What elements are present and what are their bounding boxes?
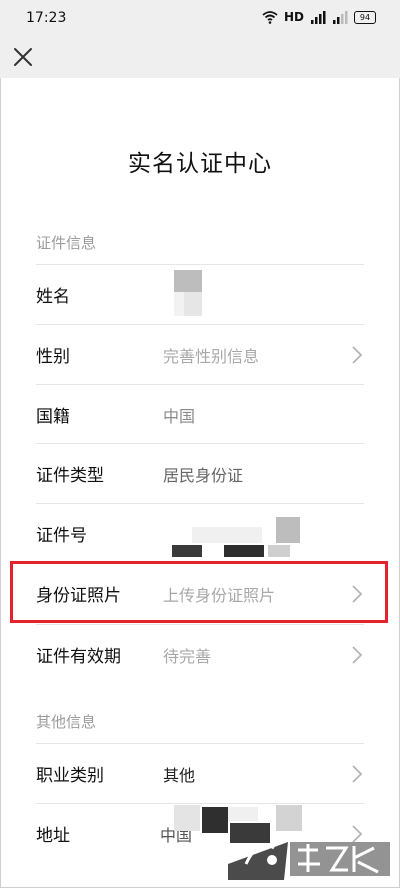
wifi-icon	[262, 11, 278, 24]
row-value: 完善性别信息	[163, 347, 260, 366]
section-other-info: 其他信息	[36, 713, 97, 731]
row-label: 地址	[36, 826, 70, 846]
page-title: 实名认证中心	[128, 151, 272, 177]
row-value: 其他	[163, 766, 196, 785]
row-label: 职业类别	[36, 766, 104, 786]
battery-icon: 94	[354, 10, 376, 24]
row-value: 中国	[163, 407, 196, 426]
network-type: HD	[283, 10, 304, 24]
status-bar: 17:23 HD 94	[0, 0, 400, 38]
row-label: 证件号	[36, 526, 87, 546]
status-time: 17:23	[26, 10, 67, 26]
status-icons: HD 94	[262, 9, 376, 25]
signal-icon-2	[333, 11, 348, 24]
row-value: 待完善	[163, 647, 212, 666]
row-label: 国籍	[36, 407, 70, 427]
row-label: 证件有效期	[36, 647, 121, 667]
row-occupation[interactable]: 职业类别 其他	[0, 743, 400, 803]
row-label: 姓名	[36, 287, 70, 307]
section-certificate-info: 证件信息	[36, 234, 97, 252]
id-number-mosaic	[172, 515, 302, 559]
row-id-number[interactable]: 证件号	[0, 503, 400, 563]
row-nationality[interactable]: 国籍 中国	[0, 384, 400, 444]
highlight-box	[10, 561, 388, 623]
signal-icon	[311, 11, 326, 24]
name-mosaic	[174, 270, 202, 320]
chevron-right-icon	[352, 346, 363, 364]
row-id-type[interactable]: 证件类型 居民身份证	[0, 443, 400, 503]
row-id-validity[interactable]: 证件有效期 待完善	[0, 624, 400, 684]
row-label: 性别	[36, 347, 70, 367]
row-name[interactable]: 姓名	[0, 264, 400, 324]
row-gender[interactable]: 性别 完善性别信息	[0, 324, 400, 384]
row-value: 居民身份证	[163, 466, 244, 485]
chevron-right-icon	[352, 765, 363, 783]
watermark-logo	[228, 842, 390, 880]
close-icon[interactable]	[10, 44, 36, 70]
chevron-right-icon	[352, 646, 363, 664]
nav-bar	[0, 38, 400, 78]
row-label: 证件类型	[36, 466, 104, 486]
